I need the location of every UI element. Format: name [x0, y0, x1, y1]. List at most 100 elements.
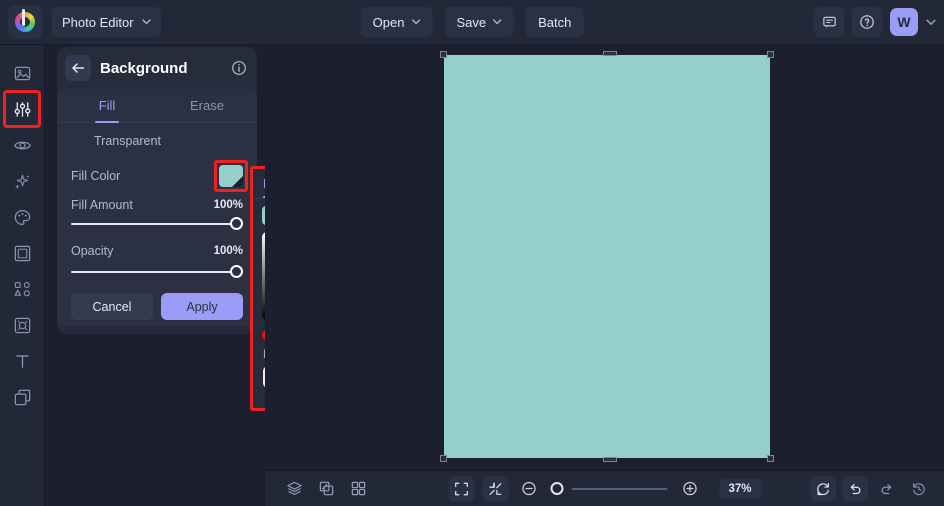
app-logo-icon [15, 12, 35, 32]
chevron-down-icon [141, 19, 151, 25]
sparkles-icon [14, 174, 29, 189]
panel-header: Background [57, 47, 257, 89]
fit-screen-button[interactable] [448, 475, 474, 502]
batch-label: Batch [538, 14, 572, 30]
panel-tabs: Fill Erase [57, 89, 257, 123]
photo-editor-app: Photo Editor Open Save Batch W Backgroun… [0, 0, 944, 506]
save-label: Save [456, 14, 487, 30]
fill-color-swatch[interactable] [219, 165, 243, 187]
app-logo-button[interactable] [8, 5, 42, 39]
user-avatar[interactable]: W [890, 8, 918, 36]
fill-amount-knob[interactable] [230, 217, 243, 230]
account-chevron-down-icon[interactable] [926, 19, 936, 26]
sidebar-item-color[interactable] [6, 201, 38, 233]
tab-erase[interactable]: Erase [157, 89, 257, 122]
app-mode-label: Photo Editor [62, 14, 134, 30]
open-label: Open [372, 14, 405, 30]
sidebar-item-text[interactable] [6, 345, 38, 377]
zoom-out-button[interactable] [516, 476, 542, 502]
avatar-initial: W [897, 14, 911, 30]
sidebar-item-adjust[interactable] [3, 90, 41, 128]
batch-button[interactable]: Batch [526, 7, 584, 37]
frame-icon [14, 245, 30, 261]
redo-icon [881, 483, 892, 494]
shapes-icon [14, 281, 30, 296]
panel-action-buttons: Cancel Apply [57, 293, 257, 320]
grid-view-icon [351, 481, 365, 496]
fill-amount-label: Fill Amount [71, 198, 133, 212]
open-button[interactable]: Open [360, 7, 433, 37]
opacity-label: Opacity [71, 244, 114, 258]
apply-button[interactable]: Apply [161, 293, 243, 320]
account-actions-group: W [814, 7, 936, 37]
cancel-button[interactable]: Cancel [71, 293, 153, 320]
opacity-row: Opacity 100% [57, 237, 257, 265]
app-mode-menu[interactable]: Photo Editor [52, 7, 161, 37]
sidebar-item-frame[interactable] [6, 237, 38, 269]
sidebar-item-image[interactable] [6, 57, 38, 89]
feedback-button[interactable] [814, 7, 844, 37]
layers-stack-icon [14, 389, 30, 405]
resize-handle-tr[interactable] [767, 51, 774, 58]
grid-view-button[interactable] [345, 476, 371, 502]
question-circle-icon [860, 15, 874, 29]
file-actions-group: Open Save Batch [360, 7, 584, 37]
transparent-checkbox[interactable] [71, 134, 85, 148]
resize-handle-bc[interactable] [603, 457, 617, 462]
zoom-level-value[interactable]: 37% [719, 478, 761, 499]
page-title: Background [100, 59, 188, 77]
mask-icon [14, 317, 30, 333]
opacity-knob[interactable] [230, 265, 243, 278]
fill-settings-card: Fill Erase Transparent Fill Color Fill A… [57, 89, 257, 326]
cancel-label: Cancel [92, 299, 132, 314]
sidebar-item-layers[interactable] [6, 381, 38, 413]
fill-color-label: Fill Color [71, 169, 121, 183]
sidebar-item-mask[interactable] [6, 309, 38, 341]
eye-icon [13, 141, 31, 149]
reset-button[interactable] [810, 475, 836, 502]
undo-button[interactable] [842, 475, 868, 502]
zoom-controls-group: 37% [448, 475, 761, 502]
layers-button[interactable] [281, 476, 307, 502]
history-button[interactable] [906, 476, 932, 502]
canvas-area[interactable] [265, 45, 944, 470]
opacity-value: 100% [213, 245, 243, 257]
help-button[interactable] [852, 7, 882, 37]
opacity-slider[interactable] [71, 265, 243, 279]
fill-amount-slider[interactable] [71, 217, 243, 231]
redo-button[interactable] [874, 476, 900, 502]
compare-button[interactable] [313, 476, 339, 502]
sidebar-item-retouch[interactable] [6, 129, 38, 161]
resize-handle-tl[interactable] [440, 51, 447, 58]
tab-fill-label: Fill [98, 98, 116, 113]
fill-color-swatch-wrap [214, 160, 248, 192]
collapse-view-button[interactable] [482, 475, 508, 502]
info-circle-icon[interactable] [231, 60, 247, 76]
opacity-track [71, 271, 243, 273]
save-button[interactable]: Save [444, 7, 515, 37]
undo-icon [850, 483, 861, 494]
tab-fill[interactable]: Fill [57, 89, 157, 122]
zoom-slider-track[interactable] [571, 487, 667, 490]
background-panel: Background Fill Erase Transparent Fill C… [57, 47, 257, 334]
chevron-down-icon [493, 19, 502, 25]
top-toolbar: Photo Editor Open Save Batch W [0, 0, 944, 45]
sidebar-item-effects[interactable] [6, 165, 38, 197]
palette-icon [14, 209, 30, 225]
zoom-out-icon [522, 481, 536, 496]
zoom-slider-handle[interactable] [550, 482, 563, 495]
artboard[interactable] [440, 51, 774, 462]
resize-handle-tc[interactable] [603, 51, 617, 56]
app-logo-stem [22, 9, 25, 26]
sidebar-item-shapes[interactable] [6, 273, 38, 305]
back-button[interactable] [65, 55, 91, 81]
history-clock-icon [913, 482, 925, 495]
fill-color-row: Fill Color [57, 159, 257, 193]
chevron-down-icon [411, 19, 421, 25]
history-controls-group [810, 475, 932, 502]
zoom-in-button[interactable] [677, 476, 703, 502]
resize-handle-bl[interactable] [440, 455, 447, 462]
transparent-row[interactable]: Transparent [57, 123, 257, 159]
resize-handle-br[interactable] [767, 455, 774, 462]
tool-rail [0, 45, 45, 506]
